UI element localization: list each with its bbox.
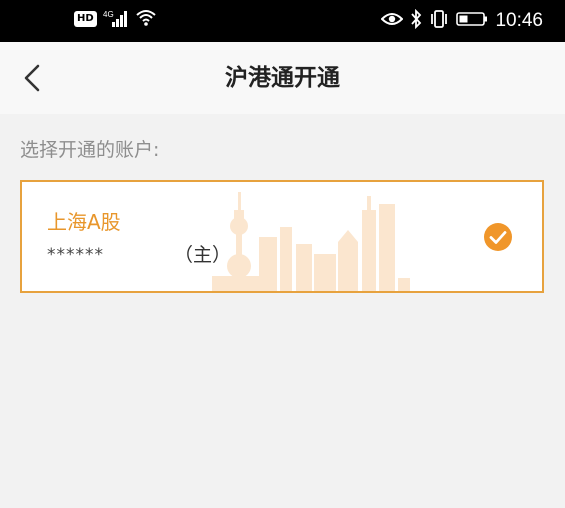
account-number: ****** [47, 245, 104, 265]
header-bar: 沪港通开通 [0, 42, 565, 114]
primary-account-tag: （主） [174, 244, 232, 266]
vibrate-icon [429, 10, 449, 32]
network-type-label: 4G [103, 10, 114, 19]
check-circle-icon [484, 223, 512, 251]
status-right-group: 10:46 [381, 8, 543, 34]
status-left-group: HD 4G [74, 8, 157, 30]
eye-icon [381, 11, 404, 31]
hd-badge: HD [74, 11, 97, 27]
signal-icon: 4G [103, 9, 129, 29]
account-card[interactable]: 上海A股 ****** （主） [20, 180, 544, 293]
bluetooth-icon [410, 8, 422, 33]
account-name: 上海A股 [47, 210, 121, 234]
status-time: 10:46 [495, 10, 543, 31]
wifi-icon [135, 8, 157, 30]
status-bar: HD 4G 10:46 [0, 0, 565, 42]
skyline-decoration [212, 192, 410, 291]
battery-icon [456, 11, 488, 31]
page-title: 沪港通开通 [225, 65, 340, 91]
section-label: 选择开通的账户: [20, 139, 160, 161]
